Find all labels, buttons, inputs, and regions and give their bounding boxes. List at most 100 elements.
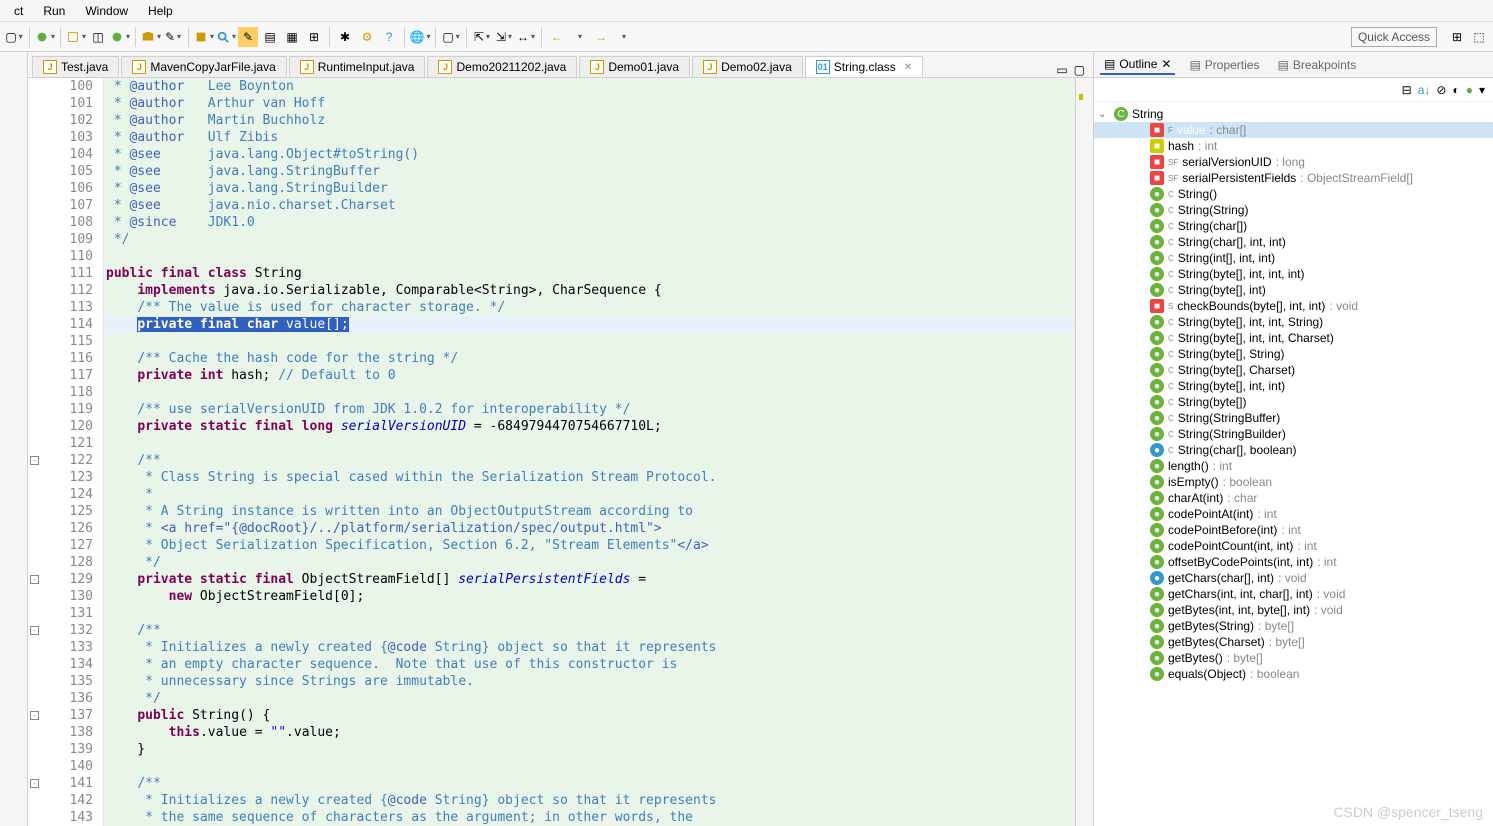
outline-member[interactable]: ●CString(byte[], int, int) (1094, 378, 1493, 394)
code-line[interactable]: * A String instance is written into an O… (104, 503, 1075, 520)
code-line[interactable] (104, 758, 1075, 775)
hide-fields-icon[interactable]: ⊘ (1436, 83, 1446, 97)
menu-run[interactable]: Run (33, 2, 75, 20)
outline-member[interactable]: ●isEmpty() : boolean (1094, 474, 1493, 490)
outline-member[interactable]: ●getChars(char[], int) : void (1094, 570, 1493, 586)
code-line[interactable]: * Class String is special cased within t… (104, 469, 1075, 486)
fold-icon[interactable]: - (30, 626, 39, 635)
code-line[interactable]: * <a href="{@docRoot}/../platform/serial… (104, 520, 1075, 537)
outline-member[interactable]: ●CString(StringBuilder) (1094, 426, 1493, 442)
code-line[interactable]: private static final ObjectStreamField[]… (104, 571, 1075, 588)
code-line[interactable]: * (104, 486, 1075, 503)
outline-member[interactable]: ●CString(byte[], String) (1094, 346, 1493, 362)
outline-member[interactable]: ●CString(byte[], int) (1094, 282, 1493, 298)
fold-icon[interactable]: - (30, 575, 39, 584)
back-button[interactable]: ← (547, 27, 567, 47)
code-line[interactable]: * @since JDK1.0 (104, 214, 1075, 231)
maximize-icon[interactable]: ▢ (1074, 63, 1085, 77)
hide-non-public-icon[interactable]: ● (1466, 83, 1473, 97)
code-line[interactable]: private int hash; // Default to 0 (104, 367, 1075, 384)
code-editor[interactable]: * @author Lee Boynton * @author Arthur v… (104, 78, 1075, 826)
code-line[interactable]: * @see java.lang.StringBuilder (104, 180, 1075, 197)
editor-tab[interactable]: JDemo01.java (579, 56, 690, 77)
editor-tab[interactable]: JTest.java (32, 56, 119, 77)
close-icon[interactable]: ✕ (904, 62, 912, 73)
code-line[interactable]: * @see java.lang.StringBuffer (104, 163, 1075, 180)
code-line[interactable]: */ (104, 554, 1075, 571)
overview-ruler[interactable] (1075, 78, 1093, 826)
fold-icon[interactable]: - (30, 456, 39, 465)
toolbar-btn[interactable]: ✱ (335, 27, 355, 47)
outline-member[interactable]: ●CString(StringBuffer) (1094, 410, 1493, 426)
code-line[interactable]: public String() { (104, 707, 1075, 724)
code-line[interactable]: * the same sequence of characters as the… (104, 809, 1075, 826)
quick-access[interactable]: Quick Access (1351, 27, 1437, 47)
back-menu[interactable] (569, 27, 589, 47)
code-line[interactable]: * @author Arthur van Hoff (104, 95, 1075, 112)
search-button[interactable] (216, 27, 236, 47)
outline-member[interactable]: ●length() : int (1094, 458, 1493, 474)
code-line[interactable]: * @see java.lang.Object#toString() (104, 146, 1075, 163)
toolbar-btn[interactable] (110, 27, 130, 47)
code-line[interactable] (104, 605, 1075, 622)
code-line[interactable]: /** (104, 775, 1075, 792)
open-type-button[interactable] (141, 27, 161, 47)
view-tab-breakpoints[interactable]: ▤Breakpoints (1273, 56, 1360, 74)
help-button[interactable]: ? (379, 27, 399, 47)
code-line[interactable] (104, 384, 1075, 401)
new-button[interactable] (66, 27, 86, 47)
code-line[interactable]: * @author Martin Buchholz (104, 112, 1075, 129)
outline-member[interactable]: ●CString(String) (1094, 202, 1493, 218)
outline-member[interactable]: ■SFserialPersistentFields : ObjectStream… (1094, 170, 1493, 186)
toolbar-btn[interactable]: ✎ (163, 27, 183, 47)
code-line[interactable]: * @see java.nio.charset.Charset (104, 197, 1075, 214)
code-line[interactable]: * Initializes a newly created {@code Str… (104, 639, 1075, 656)
toolbar-btn[interactable]: ✎ (238, 27, 258, 47)
code-line[interactable]: * unnecessary since Strings are immutabl… (104, 673, 1075, 690)
outline-member[interactable]: ●CString(int[], int, int) (1094, 250, 1493, 266)
outline-member[interactable]: ●getBytes(int, int, byte[], int) : void (1094, 602, 1493, 618)
code-line[interactable]: * an empty character sequence. Note that… (104, 656, 1075, 673)
fold-icon[interactable]: - (30, 779, 39, 788)
toolbar-btn[interactable]: ◫ (88, 27, 108, 47)
toolbar-btn[interactable]: ⇱ (472, 27, 492, 47)
outline-member[interactable]: ●CString() (1094, 186, 1493, 202)
code-line[interactable]: */ (104, 231, 1075, 248)
outline-member[interactable]: ●offsetByCodePoints(int, int) : int (1094, 554, 1493, 570)
outline-member[interactable]: ■SFserialVersionUID : long (1094, 154, 1493, 170)
toolbar-btn[interactable]: ⇲ (494, 27, 514, 47)
toolbar-btn[interactable]: ↔ (516, 27, 536, 47)
fold-icon[interactable]: - (30, 711, 39, 720)
editor-tab[interactable]: JDemo20211202.java (427, 56, 577, 77)
outline-member[interactable]: ■ScheckBounds(byte[], int, int) : void (1094, 298, 1493, 314)
toolbar-btn[interactable]: ▢ (4, 27, 24, 47)
editor-tab[interactable]: JDemo02.java (692, 56, 803, 77)
close-icon[interactable]: ✕ (1161, 57, 1171, 71)
outline-member[interactable]: ●CString(byte[], int, int, Charset) (1094, 330, 1493, 346)
outline-member[interactable]: ●codePointCount(int, int) : int (1094, 538, 1493, 554)
outline-member[interactable]: ●codePointBefore(int) : int (1094, 522, 1493, 538)
outline-member[interactable]: ■hash : int (1094, 138, 1493, 154)
editor-tab[interactable]: JMavenCopyJarFile.java (121, 56, 286, 77)
code-line[interactable]: this.value = "".value; (104, 724, 1075, 741)
code-line[interactable]: public final class String (104, 265, 1075, 282)
code-line[interactable]: * Object Serialization Specification, Se… (104, 537, 1075, 554)
outline-member[interactable]: ●CString(byte[], int, int, String) (1094, 314, 1493, 330)
toolbar-btn[interactable] (194, 27, 214, 47)
code-line[interactable]: */ (104, 690, 1075, 707)
outline-member[interactable]: ●CString(byte[], Charset) (1094, 362, 1493, 378)
menu-ct[interactable]: ct (4, 2, 33, 20)
code-line[interactable]: private final char value[]; (104, 316, 1075, 333)
outline-member[interactable]: ●getBytes(String) : byte[] (1094, 618, 1493, 634)
code-line[interactable]: } (104, 741, 1075, 758)
code-line[interactable]: /** The value is used for character stor… (104, 299, 1075, 316)
outline-member[interactable]: ●getChars(int, int, char[], int) : void (1094, 586, 1493, 602)
code-line[interactable]: /** (104, 452, 1075, 469)
code-line[interactable]: * Initializes a newly created {@code Str… (104, 792, 1075, 809)
forward-menu[interactable] (613, 27, 633, 47)
toolbar-btn[interactable]: ⊞ (304, 27, 324, 47)
outline-member[interactable]: ●getBytes(Charset) : byte[] (1094, 634, 1493, 650)
code-line[interactable]: * @author Lee Boynton (104, 78, 1075, 95)
toolbar-btn[interactable]: ▤ (260, 27, 280, 47)
perspective-button[interactable]: ⊞ (1447, 27, 1467, 47)
